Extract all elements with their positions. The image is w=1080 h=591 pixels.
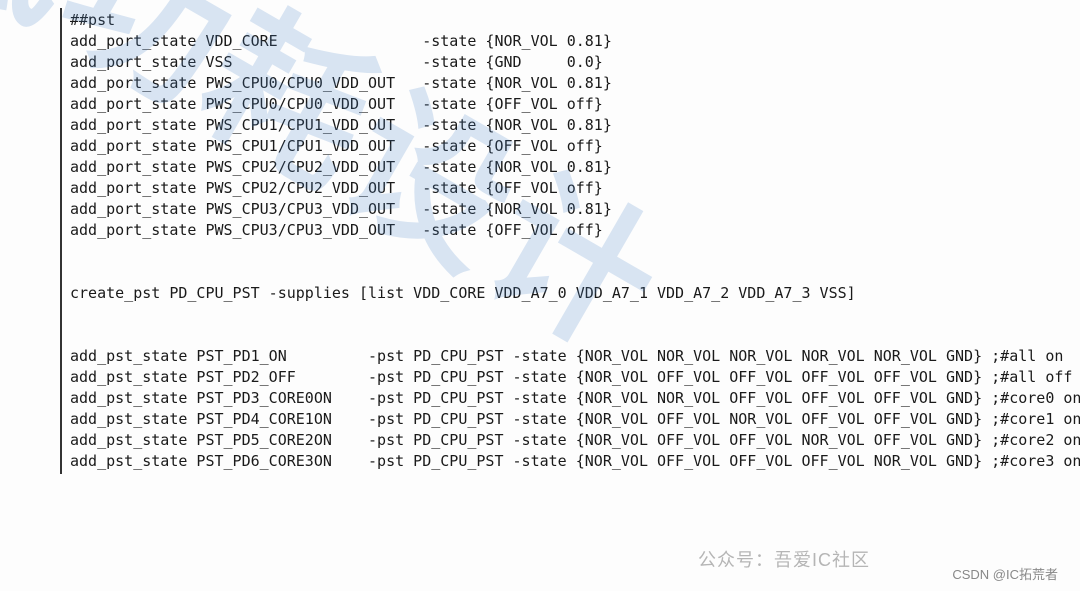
attribution-text: CSDN @IC拓荒者 [952,564,1058,585]
page: 低功耗设计 ##pst add_port_state VDD_CORE -sta… [0,0,1080,591]
code-block: ##pst add_port_state VDD_CORE -state {NO… [60,8,1080,474]
footer-watermark: 公众号：吾爱IC社区 [698,550,870,571]
